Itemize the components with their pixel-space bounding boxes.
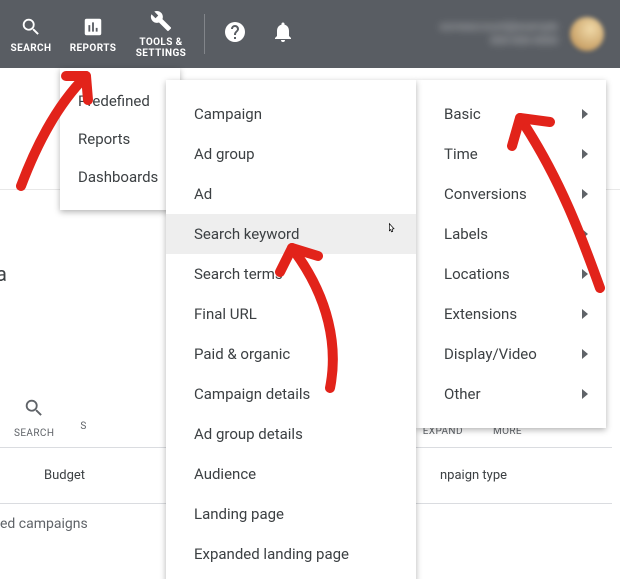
bg-toolbar-cut-item: S: [80, 421, 86, 432]
notifications-button[interactable]: [269, 20, 297, 48]
basic-reports-submenu: Campaign Ad group Ad Search keyword Sear…: [166, 80, 416, 579]
account-email: someaccount@example: [440, 20, 558, 34]
menu3-item-label: Time: [444, 145, 478, 163]
chevron-right-icon: [582, 189, 588, 199]
menu3-item-label: Other: [444, 385, 481, 403]
bell-icon: [271, 20, 295, 48]
menu3-item-label: Locations: [444, 265, 510, 283]
avatar[interactable]: [570, 17, 604, 51]
menu2-item-audience[interactable]: Audience: [166, 454, 416, 494]
menu3-item-label: Basic: [444, 105, 481, 123]
menu2-item-campaign[interactable]: Campaign: [166, 94, 416, 134]
bg-truncated-text: a: [0, 262, 66, 286]
account-info[interactable]: someaccount@example 000-000-0000: [440, 20, 558, 48]
bar-chart-icon: [81, 15, 105, 39]
search-icon: [23, 397, 45, 422]
top-toolbar: SEARCH REPORTS TOOLS & SETTINGS someacco…: [0, 0, 620, 68]
menu3-item-conversions[interactable]: Conversions: [416, 174, 606, 214]
search-icon: [19, 15, 43, 39]
menu3-item-labels[interactable]: Labels: [416, 214, 606, 254]
workspace: a SEARCH S EXPAND: [0, 68, 620, 579]
topbar-left-group: SEARCH REPORTS TOOLS & SETTINGS: [0, 0, 198, 68]
predefined-categories-menu: Basic Time Conversions Labels Locations …: [416, 80, 606, 428]
menu1-item-reports[interactable]: Reports: [60, 120, 180, 158]
menu2-item-search-terms[interactable]: Search terms: [166, 254, 416, 294]
menu2-item-search-keyword[interactable]: Search keyword: [166, 214, 416, 254]
menu3-item-locations[interactable]: Locations: [416, 254, 606, 294]
menu2-item-landing-page[interactable]: Landing page: [166, 494, 416, 534]
chevron-right-icon: [582, 229, 588, 239]
topbar-tools-label: TOOLS & SETTINGS: [126, 37, 196, 59]
menu2-item-ad-group-details[interactable]: Ad group details: [166, 414, 416, 454]
chevron-right-icon: [582, 149, 588, 159]
menu2-item-ad[interactable]: Ad: [166, 174, 416, 214]
topbar-tools-button[interactable]: TOOLS & SETTINGS: [124, 0, 198, 68]
menu3-item-time[interactable]: Time: [416, 134, 606, 174]
menu3-item-display-video[interactable]: Display/Video: [416, 334, 606, 374]
menu2-item-ad-group[interactable]: Ad group: [166, 134, 416, 174]
help-button[interactable]: [221, 20, 249, 48]
menu3-item-label: Display/Video: [444, 345, 537, 363]
reports-dropdown: Predefined Reports Dashboards: [60, 68, 180, 210]
topbar-reports-label: REPORTS: [70, 43, 117, 54]
menu1-item-dashboards[interactable]: Dashboards: [60, 158, 180, 196]
account-id: 000-000-0000: [440, 34, 558, 48]
menu2-item-paid-organic[interactable]: Paid & organic: [166, 334, 416, 374]
topbar-search-label: SEARCH: [11, 43, 52, 54]
chevron-right-icon: [582, 269, 588, 279]
menu3-item-basic[interactable]: Basic: [416, 94, 606, 134]
bg-toolbar-search-label: SEARCH: [14, 428, 54, 439]
menu2-item-campaign-details[interactable]: Campaign details: [166, 374, 416, 414]
menu3-item-extensions[interactable]: Extensions: [416, 294, 606, 334]
menu3-item-label: Conversions: [444, 185, 527, 203]
chevron-right-icon: [582, 389, 588, 399]
wrench-icon: [149, 9, 173, 33]
topbar-reports-button[interactable]: REPORTS: [62, 0, 124, 68]
bg-search-button[interactable]: SEARCH: [14, 397, 54, 439]
topbar-search-button[interactable]: SEARCH: [0, 0, 62, 68]
chevron-right-icon: [582, 349, 588, 359]
menu1-item-predefined[interactable]: Predefined: [60, 82, 180, 120]
toolbar-divider: [204, 14, 205, 54]
help-icon: [223, 20, 247, 48]
chevron-right-icon: [582, 109, 588, 119]
menu2-item-expanded-landing-page[interactable]: Expanded landing page: [166, 534, 416, 574]
bg-th-budget[interactable]: Budget: [0, 468, 160, 483]
menu3-item-other[interactable]: Other: [416, 374, 606, 414]
menu3-item-label: Labels: [444, 225, 488, 243]
bg-toolbar-cut-label: S: [80, 421, 86, 432]
menu3-item-label: Extensions: [444, 305, 517, 323]
chevron-right-icon: [582, 309, 588, 319]
menu2-item-final-url[interactable]: Final URL: [166, 294, 416, 334]
